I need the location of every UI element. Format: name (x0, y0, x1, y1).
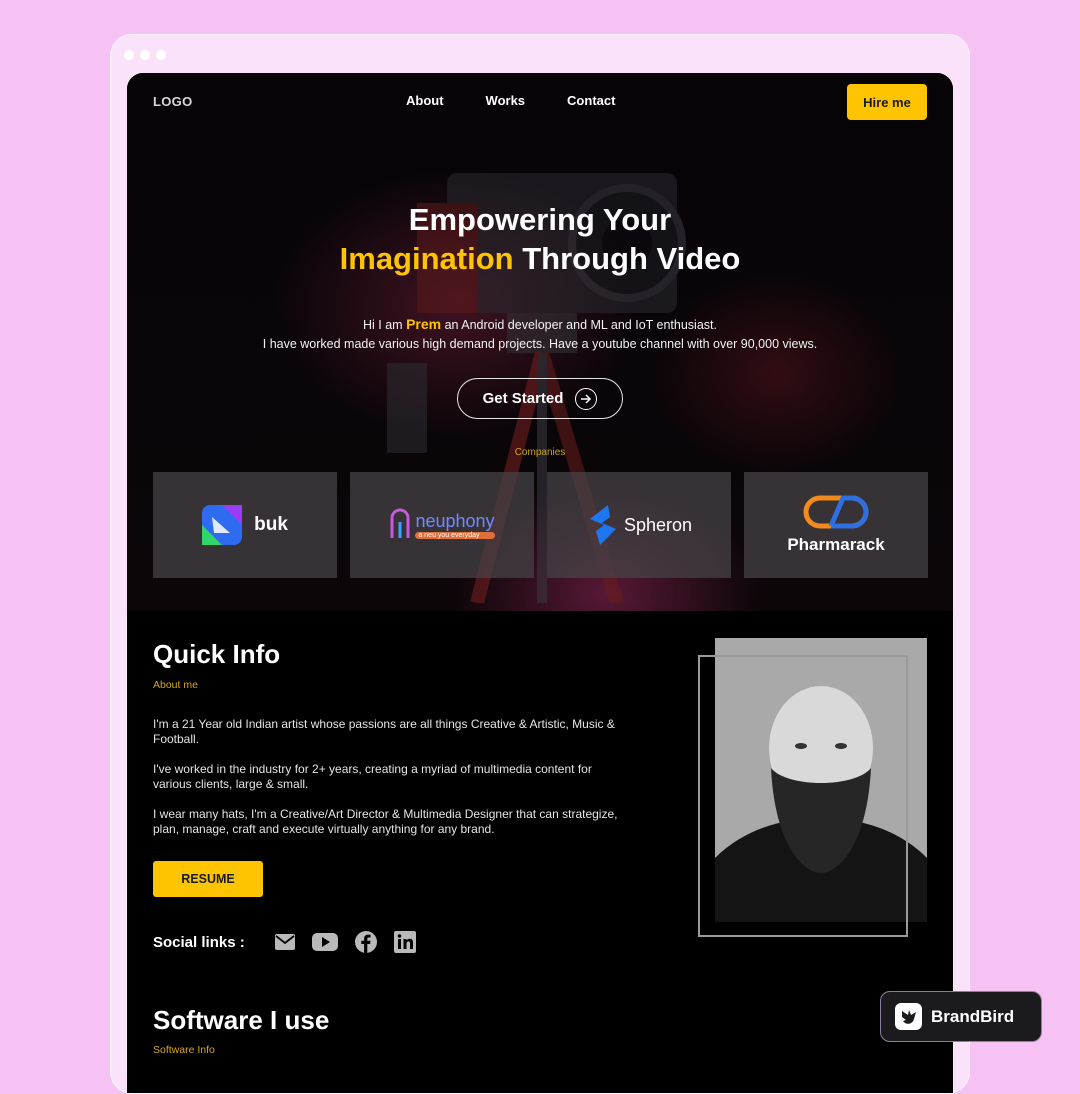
companies-label: Companies (514, 447, 566, 458)
company-card-pharmarack[interactable]: Pharmarack (744, 472, 928, 578)
facebook-icon[interactable] (355, 931, 377, 958)
nav-link-works[interactable]: Works (486, 93, 526, 108)
hero-title-highlight: Imagination (339, 241, 514, 276)
quick-info-subtitle: About me (153, 679, 198, 691)
spheron-logo-icon (589, 505, 616, 545)
hero-title: Empowering Your Imagination Through Vide… (127, 200, 953, 278)
hero-intro: Hi I am Prem an Android developer and ML… (127, 315, 953, 354)
brandbird-label: BrandBird (931, 1006, 1015, 1026)
quick-info-title: Quick Info (153, 639, 281, 669)
company-name: Spheron (623, 514, 693, 535)
software-title: Software I use (153, 1005, 330, 1035)
company-tagline: a neu you everyday (415, 532, 495, 539)
company-cards: buk neuphony a neu you everyday Spheron … (153, 472, 928, 578)
window-dot (156, 50, 166, 60)
nav-link-about[interactable]: About (406, 93, 444, 108)
site-logo[interactable]: LOGO (153, 94, 192, 109)
company-card-neuphony[interactable]: neuphony a neu you everyday (350, 472, 534, 578)
intro-suffix: an Android developer and ML and IoT enth… (441, 318, 717, 332)
hire-me-button[interactable]: Hire me (847, 84, 927, 120)
buk-logo-icon (202, 505, 243, 545)
intro-prefix: Hi I am (363, 318, 407, 332)
window-dots (124, 50, 166, 60)
brandbird-logo-icon (895, 1003, 922, 1030)
company-card-spheron[interactable]: Spheron (547, 472, 731, 578)
hero-section: LOGO About Works Contact Hire me Empower… (127, 73, 953, 611)
arrow-right-icon (575, 387, 598, 410)
social-links (275, 931, 416, 958)
hero-title-line2: Imagination Through Video (127, 239, 953, 278)
company-name: Pharmarack (787, 535, 885, 554)
company-card-buk[interactable]: buk (153, 472, 337, 578)
resume-button[interactable]: RESUME (153, 861, 263, 897)
nav-link-contact[interactable]: Contact (567, 93, 615, 108)
brandbird-badge[interactable]: BrandBird (880, 991, 1042, 1042)
hero-intro-line2: I have worked made various high demand p… (262, 337, 818, 351)
linkedin-icon[interactable] (394, 931, 416, 958)
hero-title-line1: Empowering Your (408, 202, 672, 237)
social-links-label: Social links : (153, 934, 245, 951)
get-started-label: Get Started (482, 390, 564, 407)
window-dot (140, 50, 150, 60)
company-name: neuphony (415, 511, 495, 531)
browser-frame: LOGO About Works Contact Hire me Empower… (110, 34, 970, 1094)
website-screen: LOGO About Works Contact Hire me Empower… (127, 73, 953, 1093)
top-nav: LOGO About Works Contact Hire me (127, 73, 953, 131)
company-name: buk (254, 514, 288, 535)
youtube-icon[interactable] (312, 933, 338, 956)
hero-title-rest: Through Video (513, 241, 741, 276)
software-subtitle: Software Info (153, 1044, 215, 1056)
hero-intro-line1: Hi I am Prem an Android developer and ML… (127, 315, 953, 335)
profile-photo-frame (698, 655, 908, 937)
window-dot (124, 50, 134, 60)
get-started-button[interactable]: Get Started (457, 378, 623, 419)
about-paragraph: I wear many hats, I'm a Creative/Art Dir… (153, 807, 618, 836)
about-paragraph: I've worked in the industry for 2+ years… (153, 762, 592, 791)
about-paragraph: I'm a 21 Year old Indian artist whose pa… (153, 717, 615, 746)
mail-icon[interactable] (275, 934, 295, 955)
intro-name: Prem (406, 316, 442, 332)
pharmarack-logo-icon (803, 495, 869, 529)
neuphony-logo-icon (390, 508, 410, 538)
nav-links: About Works Contact (406, 93, 615, 108)
